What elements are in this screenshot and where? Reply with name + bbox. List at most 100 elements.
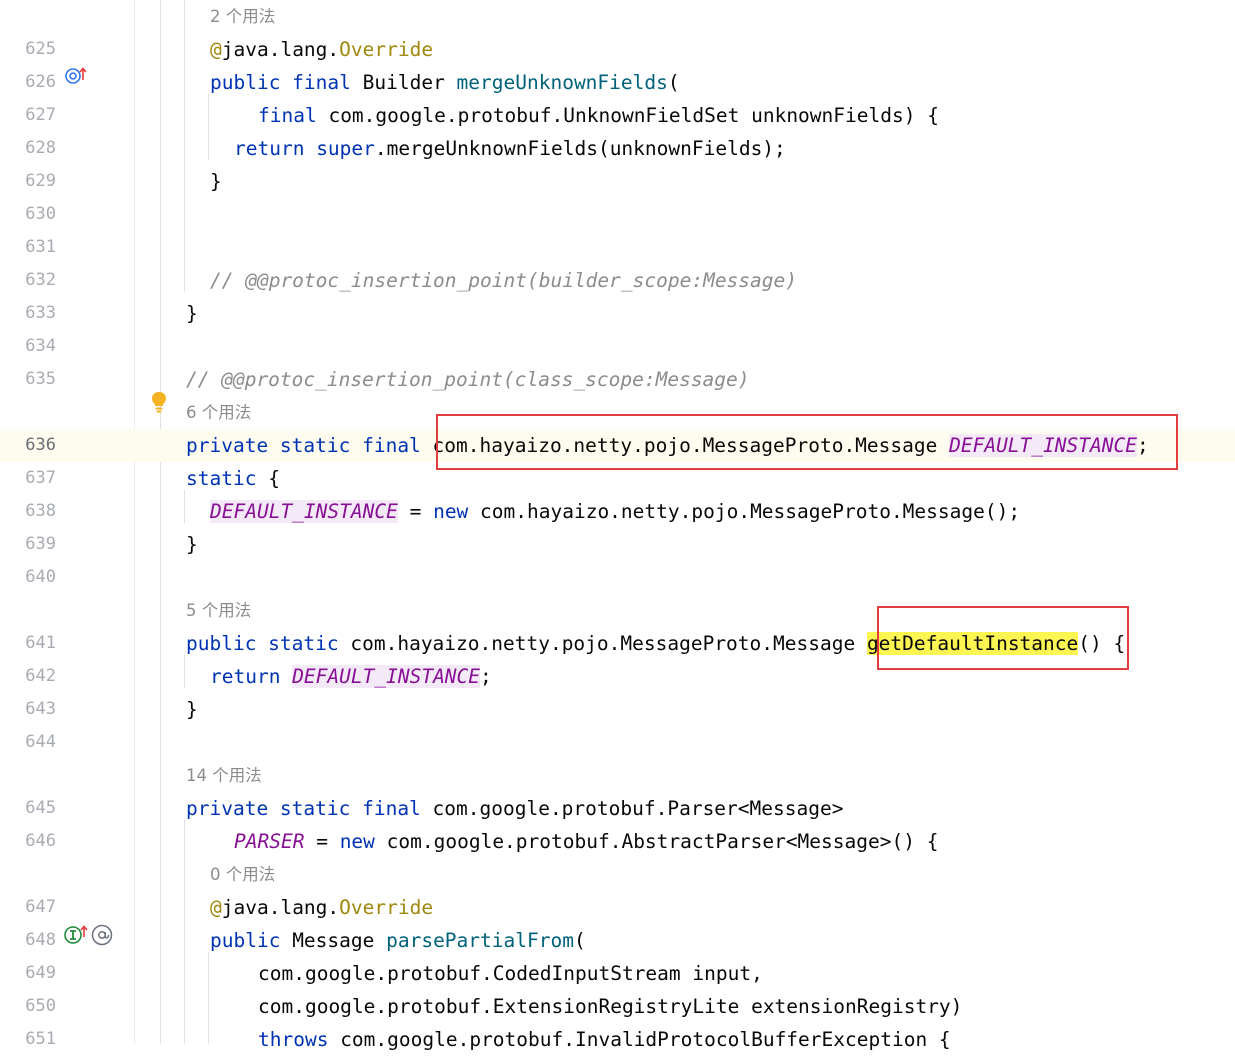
code-line[interactable]: 628 return super.mergeUnknownFields(unkno… — [0, 132, 1235, 165]
code-token: java.lang. — [221, 38, 340, 61]
code-text[interactable]: } — [186, 693, 198, 726]
code-token: mergeUnknownFields — [456, 71, 668, 94]
usage-hint[interactable]: 2 个用法 — [210, 0, 275, 33]
at-annotation-icon[interactable] — [90, 924, 114, 946]
code-token: PARSER — [234, 830, 305, 853]
code-token: new — [433, 500, 481, 523]
code-token: com.google.protobuf.InvalidProtocolBuffe… — [340, 1028, 951, 1051]
line-number: 637 — [25, 468, 56, 488]
code-token: ( — [573, 929, 586, 952]
code-token: DEFAULT_INSTANCE — [292, 665, 481, 688]
code-token: com.google.protobuf.Parser<Message> — [432, 797, 844, 820]
code-token: private static final — [186, 797, 433, 820]
code-text[interactable]: final com.google.protobuf.UnknownFieldSe… — [258, 99, 939, 132]
code-token: } — [186, 302, 198, 325]
line-number: 625 — [25, 39, 56, 59]
code-token: ; — [480, 665, 492, 688]
line-number: 630 — [25, 204, 56, 224]
code-token: } — [186, 698, 198, 721]
code-token: = — [304, 830, 340, 853]
line-number: 643 — [25, 699, 56, 719]
code-line[interactable]: 631 — [0, 231, 1235, 264]
code-text[interactable]: // @@protoc_insertion_point(class_scope:… — [186, 363, 750, 396]
code-line[interactable]: 633} — [0, 297, 1235, 330]
code-line[interactable]: 647 @java.lang.Override — [0, 891, 1235, 924]
code-token: throws — [258, 1028, 341, 1051]
declaration-box — [436, 414, 1178, 470]
code-line[interactable]: 648 public Message parsePartialFrom( — [0, 924, 1235, 957]
code-text[interactable]: } — [186, 528, 198, 561]
code-line[interactable]: 635 // @@protoc_insertion_point(class_sco… — [0, 363, 1235, 396]
usage-hint[interactable]: 0 个用法 — [210, 858, 275, 891]
line-number: 635 — [25, 369, 56, 389]
implements-up-icon[interactable] — [64, 924, 88, 946]
code-line[interactable]: 626 public final Builder mergeUnknownFiel… — [0, 66, 1235, 99]
code-text[interactable]: static { — [186, 462, 280, 495]
line-number: 634 — [25, 336, 56, 356]
code-line[interactable]: 646 PARSER = new com.google.protobuf.Abst… — [0, 825, 1235, 858]
line-number: 629 — [25, 171, 56, 191]
line-number: 626 — [25, 72, 56, 92]
code-line[interactable]: 643} — [0, 693, 1235, 726]
code-line[interactable]: 629} — [0, 165, 1235, 198]
line-number: 650 — [25, 996, 56, 1016]
code-line[interactable]: 632 // @@protoc_insertion_point(builder_s… — [0, 264, 1235, 297]
code-text[interactable]: com.google.protobuf.CodedInputStream inp… — [258, 957, 763, 990]
code-line[interactable]: 645 private static final com.google.proto… — [0, 792, 1235, 825]
code-token: @ — [210, 896, 222, 919]
code-line[interactable]: 650 com.google.protobuf.ExtensionRegistry… — [0, 990, 1235, 1023]
code-token: return — [234, 137, 317, 160]
code-text[interactable]: return super.mergeUnknownFields(unknownF… — [234, 132, 786, 165]
code-line[interactable]: 649 com.google.protobuf.CodedInputStream … — [0, 957, 1235, 990]
usage-hint[interactable]: 5 个用法 — [186, 594, 251, 627]
code-text[interactable]: com.google.protobuf.ExtensionRegistryLit… — [258, 990, 962, 1023]
usage-hint-row[interactable]: 2 个用法 — [0, 0, 1235, 33]
method-name-box — [877, 606, 1129, 670]
code-text[interactable]: throws com.google.protobuf.InvalidProtoc… — [258, 1023, 951, 1056]
code-token: DEFAULT_INSTANCE — [210, 500, 398, 523]
code-token: public final — [210, 71, 363, 94]
line-number: 645 — [25, 798, 56, 818]
code-token: Override — [339, 38, 434, 61]
code-token: .mergeUnknownFields(unknownFields); — [374, 137, 786, 160]
line-number: 646 — [25, 831, 56, 851]
code-token: } — [186, 533, 198, 556]
code-text[interactable]: } — [210, 165, 222, 198]
line-number: 644 — [25, 732, 56, 752]
code-text[interactable]: @java.lang.Override — [210, 33, 433, 66]
code-text[interactable]: PARSER = new com.google.protobuf.Abstrac… — [234, 825, 938, 858]
code-token: Builder — [362, 71, 457, 94]
code-token: ( — [667, 71, 680, 94]
usage-hint[interactable]: 6 个用法 — [186, 396, 251, 429]
code-line[interactable]: 644 — [0, 726, 1235, 759]
code-text[interactable]: DEFAULT_INSTANCE = new com.hayaizo.netty… — [210, 495, 1020, 528]
code-token: // @@protoc_insertion_point(builder_scop… — [210, 269, 797, 292]
lightbulb-icon[interactable] — [150, 390, 168, 414]
line-number: 639 — [25, 534, 56, 554]
code-text[interactable]: } — [186, 297, 198, 330]
code-token: com.google.protobuf.CodedInputStream inp… — [258, 962, 763, 985]
usage-hint[interactable]: 14 个用法 — [186, 759, 262, 792]
code-line[interactable]: 625 @java.lang.Override — [0, 33, 1235, 66]
code-line[interactable]: 640 — [0, 561, 1235, 594]
code-token: private static final — [186, 434, 433, 457]
code-text[interactable]: public Message parsePartialFrom( — [210, 924, 586, 957]
code-line[interactable]: 634 — [0, 330, 1235, 363]
code-line[interactable]: 638 DEFAULT_INSTANCE = new com.hayaizo.ne… — [0, 495, 1235, 528]
usage-hint-row[interactable]: 0 个用法 — [0, 858, 1235, 891]
code-line[interactable]: 639} — [0, 528, 1235, 561]
code-text[interactable]: private static final com.google.protobuf… — [186, 792, 843, 825]
code-text[interactable]: // @@protoc_insertion_point(builder_scop… — [210, 264, 797, 297]
code-line[interactable]: 630 — [0, 198, 1235, 231]
code-token: return — [210, 665, 293, 688]
code-text[interactable]: return DEFAULT_INSTANCE; — [210, 660, 492, 693]
line-number: 642 — [25, 666, 56, 686]
code-token: com.google.protobuf.AbstractParser<Messa… — [386, 830, 939, 853]
line-number: 632 — [25, 270, 56, 290]
code-line[interactable]: 651 throws com.google.protobuf.InvalidPro… — [0, 1023, 1235, 1056]
code-line[interactable]: 627 final com.google.protobuf.UnknownFiel… — [0, 99, 1235, 132]
usage-hint-row[interactable]: 14 个用法 — [0, 759, 1235, 792]
code-text[interactable]: public final Builder mergeUnknownFields( — [210, 66, 680, 99]
override-up-icon[interactable] — [64, 66, 88, 86]
code-text[interactable]: @java.lang.Override — [210, 891, 433, 924]
